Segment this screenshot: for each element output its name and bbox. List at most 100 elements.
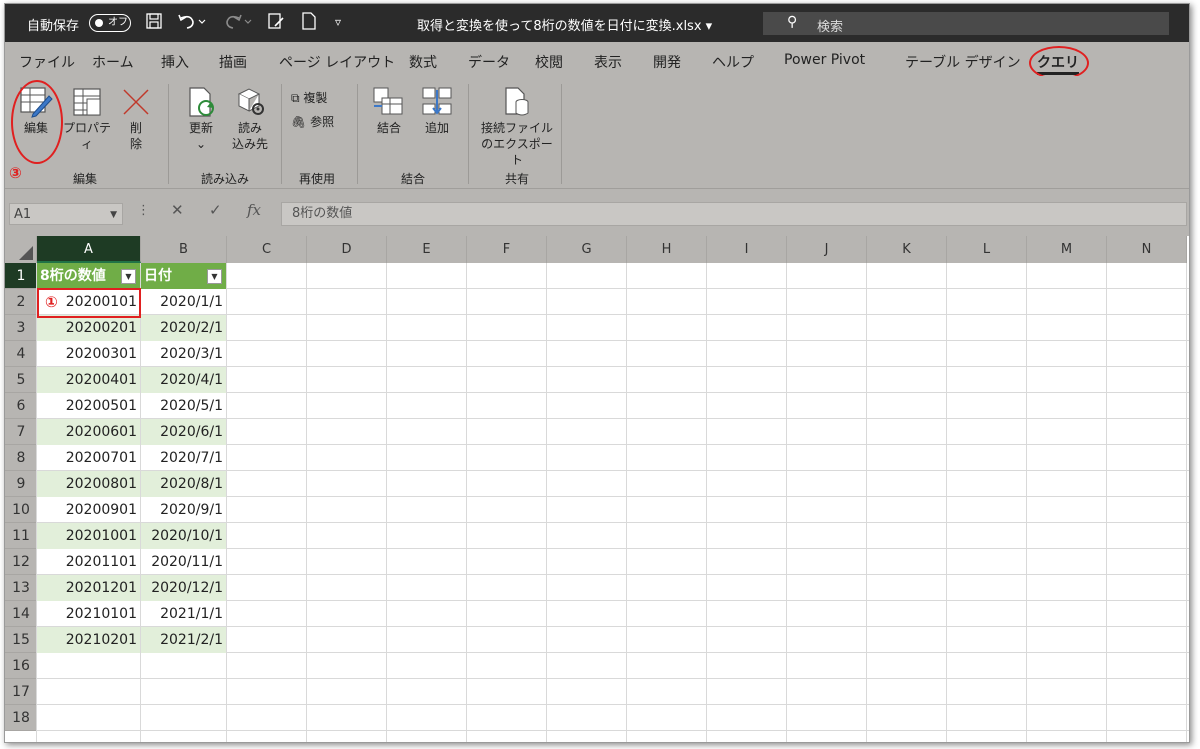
- new-document-icon[interactable]: [301, 12, 317, 34]
- row-header[interactable]: 1: [5, 263, 37, 289]
- column-header[interactable]: B: [141, 236, 227, 263]
- chevron-down-icon[interactable]: ▼: [110, 204, 117, 226]
- select-all-button[interactable]: [5, 236, 37, 263]
- column-header[interactable]: J: [787, 236, 867, 263]
- worksheet-grid[interactable]: ABCDEFGHIJKLMN 1 2 3 4 5 6 7 8 9 10 11 12 13 14 15 16 17…: [5, 236, 1189, 742]
- table-cell[interactable]: 2020/6/1: [141, 419, 226, 445]
- table-cell[interactable]: 20200401: [37, 367, 140, 393]
- tab-view[interactable]: 表示: [594, 52, 622, 72]
- duplicate-button[interactable]: ⧉ 複製: [291, 90, 327, 106]
- table-cell[interactable]: 20210201: [37, 627, 140, 653]
- table-cell[interactable]: 20200201: [37, 315, 140, 341]
- row-header[interactable]: 16: [5, 653, 37, 679]
- column-header[interactable]: G: [547, 236, 627, 263]
- export-connection-file-button[interactable]: 接続ファイル のエクスポート: [477, 86, 557, 168]
- formula-input[interactable]: 8桁の数値: [281, 202, 1187, 226]
- cancel-icon[interactable]: ✕: [171, 201, 184, 219]
- column-header[interactable]: D: [307, 236, 387, 263]
- tab-page-layout[interactable]: ページ レイアウト: [279, 52, 395, 72]
- table-cell[interactable]: 20201001: [37, 523, 140, 549]
- append-button[interactable]: 追加: [417, 86, 457, 136]
- row-header[interactable]: 9: [5, 471, 37, 497]
- undo-icon[interactable]: [177, 12, 207, 34]
- row-header[interactable]: 10: [5, 497, 37, 523]
- column-header[interactable]: F: [467, 236, 547, 263]
- customize-qat-icon[interactable]: ▿: [335, 15, 341, 29]
- table-cell[interactable]: 2020/10/1: [141, 523, 226, 549]
- autosave-toggle[interactable]: オフ: [89, 14, 131, 32]
- table-cell[interactable]: 2020/1/1: [141, 289, 226, 315]
- reference-button[interactable]: 🖇 参照: [291, 114, 334, 130]
- table-cell[interactable]: 2021/2/1: [141, 627, 226, 653]
- tab-data[interactable]: データ: [468, 52, 510, 72]
- table-cell[interactable]: 2020/3/1: [141, 341, 226, 367]
- tab-help[interactable]: ヘルプ: [712, 52, 754, 72]
- row-header[interactable]: 11: [5, 523, 37, 549]
- row-header[interactable]: 14: [5, 601, 37, 627]
- table-cell[interactable]: 20200501: [37, 393, 140, 419]
- table-cell[interactable]: 2020/7/1: [141, 445, 226, 471]
- form-icon[interactable]: [267, 12, 285, 34]
- tab-review[interactable]: 校閲: [535, 52, 563, 72]
- table-cell[interactable]: 2021/1/1: [141, 601, 226, 627]
- row-header[interactable]: 15: [5, 627, 37, 653]
- table-cell[interactable]: 20201201: [37, 575, 140, 601]
- table-cell[interactable]: 20200801: [37, 471, 140, 497]
- table-cell[interactable]: 2020/8/1: [141, 471, 226, 497]
- table-cell[interactable]: 20200301: [37, 341, 140, 367]
- tab-insert[interactable]: 挿入: [161, 52, 189, 72]
- search-box[interactable]: ⚲ 検索: [763, 12, 1169, 35]
- more-options-icon[interactable]: ⋮: [137, 203, 150, 218]
- filter-dropdown-icon[interactable]: ▼: [121, 269, 136, 284]
- query-properties-button[interactable]: プロパティ: [59, 86, 115, 152]
- refresh-button[interactable]: 更新 ⌄: [181, 86, 221, 152]
- table-cell[interactable]: 2020/9/1: [141, 497, 226, 523]
- table-cell[interactable]: 2020/4/1: [141, 367, 226, 393]
- table-cell[interactable]: 20200901: [37, 497, 140, 523]
- column-header[interactable]: K: [867, 236, 947, 263]
- row-header[interactable]: 6: [5, 393, 37, 419]
- column-header[interactable]: E: [387, 236, 467, 263]
- document-title[interactable]: 取得と変換を使って8桁の数値を日付に変換.xlsx ▾: [417, 15, 712, 34]
- tab-draw[interactable]: 描画: [219, 52, 247, 72]
- tab-developer[interactable]: 開発: [653, 52, 681, 72]
- tab-file[interactable]: ファイル: [19, 52, 75, 72]
- table-cell[interactable]: 20201101: [37, 549, 140, 575]
- table-cell[interactable]: 2020/5/1: [141, 393, 226, 419]
- column-header[interactable]: L: [947, 236, 1027, 263]
- column-header[interactable]: M: [1027, 236, 1107, 263]
- column-header[interactable]: C: [227, 236, 307, 263]
- table-cell[interactable]: 20210101: [37, 601, 140, 627]
- row-header[interactable]: 8: [5, 445, 37, 471]
- table-cell[interactable]: 20200701: [37, 445, 140, 471]
- row-header[interactable]: 12: [5, 549, 37, 575]
- table-cell[interactable]: 2020/2/1: [141, 315, 226, 341]
- table-cell[interactable]: 2020/11/1: [141, 549, 226, 575]
- load-to-button[interactable]: 読み 込み先: [227, 86, 273, 152]
- enter-icon[interactable]: ✓: [209, 201, 222, 219]
- filter-dropdown-icon[interactable]: ▼: [207, 269, 222, 284]
- row-header[interactable]: 5: [5, 367, 37, 393]
- table-cell[interactable]: 20200601: [37, 419, 140, 445]
- column-header[interactable]: H: [627, 236, 707, 263]
- row-header[interactable]: 7: [5, 419, 37, 445]
- row-header[interactable]: 2: [5, 289, 37, 315]
- save-icon[interactable]: [145, 12, 163, 34]
- row-header[interactable]: 17: [5, 679, 37, 705]
- redo-icon[interactable]: [223, 12, 253, 34]
- row-header[interactable]: 18: [5, 705, 37, 731]
- delete-query-button[interactable]: 削 除: [121, 86, 151, 152]
- column-header[interactable]: A: [37, 236, 141, 263]
- tab-power-pivot[interactable]: Power Pivot: [784, 52, 865, 68]
- tab-formulas[interactable]: 数式: [409, 52, 437, 72]
- tab-home[interactable]: ホーム: [92, 52, 134, 72]
- row-header[interactable]: 4: [5, 341, 37, 367]
- row-header[interactable]: 3: [5, 315, 37, 341]
- column-header[interactable]: I: [707, 236, 787, 263]
- merge-button[interactable]: 結合: [369, 86, 409, 136]
- insert-function-icon[interactable]: fx: [247, 201, 261, 219]
- name-box[interactable]: A1 ▼: [9, 203, 123, 225]
- table-cell[interactable]: 2020/12/1: [141, 575, 226, 601]
- column-header[interactable]: N: [1107, 236, 1187, 263]
- row-header[interactable]: 13: [5, 575, 37, 601]
